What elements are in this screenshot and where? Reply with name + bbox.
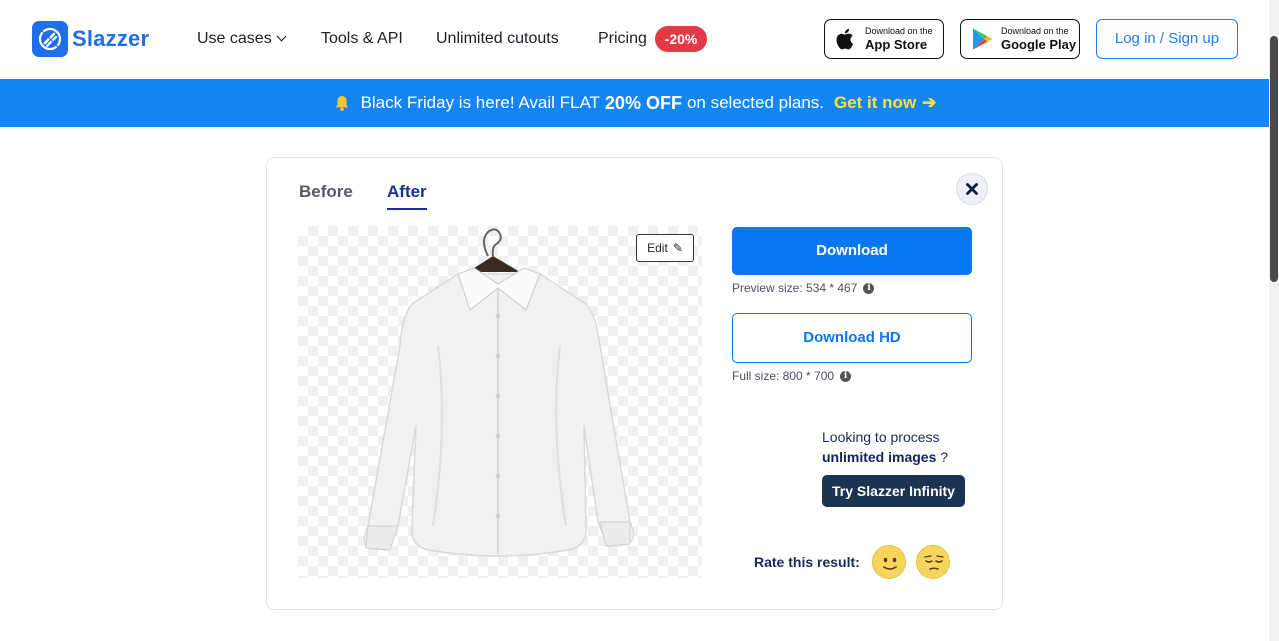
close-icon (966, 183, 978, 195)
nav-unlimited-cutouts[interactable]: Unlimited cutouts (436, 30, 559, 48)
info-icon[interactable]: i (863, 282, 875, 294)
happy-face-icon[interactable] (872, 545, 906, 579)
result-preview-image (298, 226, 702, 578)
try-slazzer-infinity-button[interactable]: Try Slazzer Infinity (822, 475, 965, 507)
shirt-image (363, 228, 635, 557)
brand-name: Slazzer (72, 26, 150, 51)
logo-icon (32, 21, 68, 57)
google-play-big-text: Google Play (1001, 37, 1077, 52)
tab-after[interactable]: After (387, 182, 427, 210)
nav-pricing[interactable]: Pricing (598, 30, 647, 48)
tab-before[interactable]: Before (299, 182, 353, 202)
promo-banner: Black Friday is here! Avail FLAT 20% OFF… (0, 79, 1269, 127)
scrollbar-thumb[interactable] (1270, 36, 1278, 282)
page-scrollbar[interactable] (1269, 0, 1279, 641)
full-size-note: Full size: 800 * 700 i (732, 369, 852, 383)
preview-size-text: Preview size: 534 * 467 (732, 281, 858, 295)
download-hd-button[interactable]: Download HD (732, 313, 972, 363)
app-store-button[interactable]: Download on the App Store (824, 19, 944, 59)
nav-tools-api[interactable]: Tools & API (321, 30, 403, 48)
edit-button[interactable]: Edit ✎ (636, 234, 694, 262)
promo-text-after: on selected plans. (686, 93, 824, 112)
chevron-down-icon (276, 31, 287, 42)
edit-label: Edit (647, 241, 668, 255)
apple-icon (833, 26, 859, 52)
info-icon[interactable]: i (840, 370, 852, 382)
arrow-right-icon: ➔ (922, 93, 937, 112)
app-store-big-text: App Store (865, 37, 928, 52)
site-header: Slazzer Use cases Tools & API Unlimited … (0, 0, 1269, 79)
promo-text-before: Black Friday is here! Avail FLAT (360, 93, 600, 112)
full-size-text: Full size: 800 * 700 (732, 369, 835, 383)
promo-cta-link[interactable]: Get it now (834, 93, 916, 113)
close-button[interactable] (956, 173, 988, 205)
bell-icon (335, 96, 348, 112)
google-play-icon (969, 26, 995, 52)
unlimited-prompt: Looking to process unlimited images ? (822, 427, 948, 467)
unlimited-prompt-line1: Looking to process (822, 429, 940, 445)
app-store-small-text: Download on the (865, 26, 933, 36)
google-play-small-text: Download on the (1001, 26, 1069, 36)
download-button[interactable]: Download (732, 227, 972, 275)
meh-face-icon[interactable] (916, 545, 950, 579)
unlimited-prompt-strong: unlimited images (822, 449, 937, 465)
brand-logo[interactable]: Slazzer (32, 21, 149, 57)
pricing-discount-badge: -20% (655, 26, 707, 52)
unlimited-prompt-suffix: ? (940, 449, 949, 465)
google-play-button[interactable]: Download on the Google Play (960, 19, 1080, 59)
promo-highlight: 20% OFF (604, 92, 682, 113)
nav-use-cases[interactable]: Use cases (197, 30, 287, 48)
preview-size-note: Preview size: 534 * 467 i (732, 281, 875, 295)
rate-result-label: Rate this result: (754, 554, 860, 570)
result-card: Before After Edit ✎ Download Preview siz… (266, 157, 1003, 610)
login-signup-button[interactable]: Log in / Sign up (1096, 19, 1238, 59)
nav-use-cases-label: Use cases (197, 30, 272, 47)
pencil-icon: ✎ (672, 241, 683, 255)
